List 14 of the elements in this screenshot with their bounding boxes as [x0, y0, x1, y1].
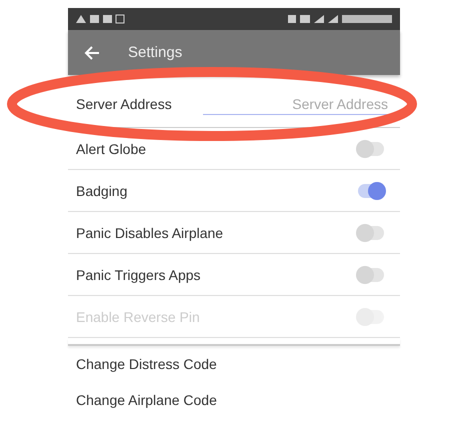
- screen-title: Settings: [128, 44, 182, 61]
- field-label: Server Address: [76, 96, 172, 112]
- toggle-switch[interactable]: [358, 226, 384, 240]
- toggle-switch[interactable]: [358, 268, 384, 282]
- toggle-switch[interactable]: [358, 142, 384, 156]
- menu-item[interactable]: Change Airplane Code: [76, 392, 217, 408]
- setting-label: Alert Globe: [76, 140, 146, 156]
- menu-item[interactable]: Change Distress Code: [76, 356, 217, 372]
- server-address-field[interactable]: Server Address: [203, 94, 388, 114]
- setting-label: Badging: [76, 182, 128, 198]
- toggle-switch[interactable]: [358, 184, 384, 198]
- back-icon[interactable]: [84, 46, 100, 60]
- setting-label: Panic Triggers Apps: [76, 266, 201, 282]
- setting-label: Panic Disables Airplane: [76, 224, 224, 240]
